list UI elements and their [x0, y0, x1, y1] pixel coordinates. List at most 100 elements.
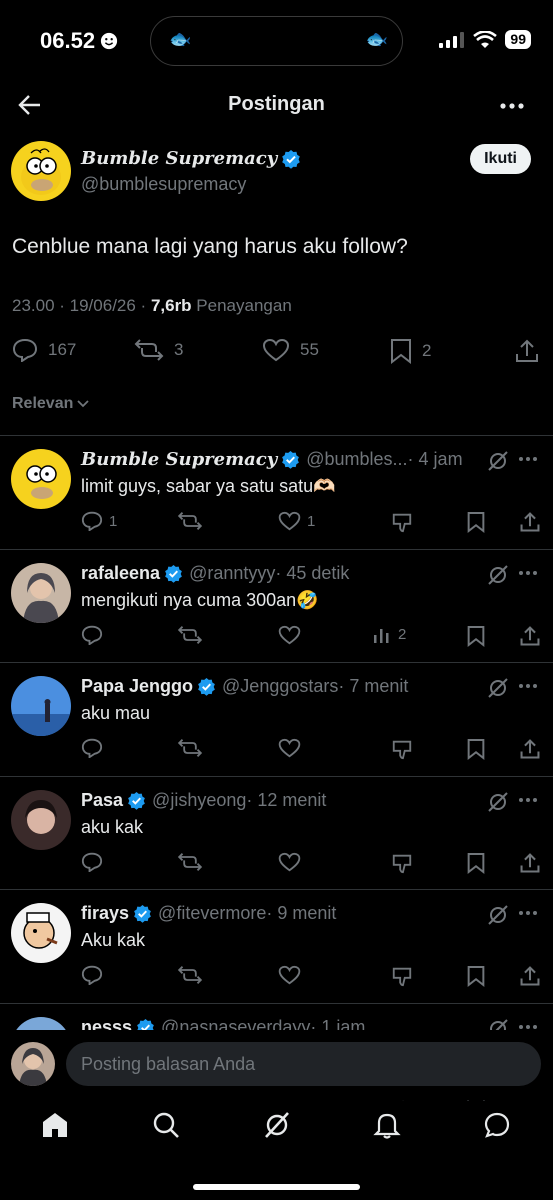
repost-button[interactable]: [177, 738, 203, 758]
downvote-icon: [392, 967, 412, 987]
reply-text: limit guys, sabar ya satu satu🫶🏻: [81, 476, 336, 496]
follow-button[interactable]: Ikuti: [470, 144, 531, 174]
reply-author-handle[interactable]: @fitevermore: [158, 903, 266, 924]
reply-button[interactable]: 1: [81, 511, 117, 531]
like-button[interactable]: [278, 965, 307, 985]
repost-button[interactable]: 3: [134, 338, 183, 362]
reply-button[interactable]: 167: [12, 338, 76, 362]
reply-author-name[interactable]: Bumble Supremacy: [81, 449, 277, 470]
like-button[interactable]: [278, 625, 307, 645]
nav-notifications[interactable]: [373, 1111, 401, 1139]
repost-button[interactable]: [177, 852, 203, 872]
downvote-button[interactable]: [391, 511, 413, 533]
bottom-nav: [0, 1100, 553, 1160]
repost-button[interactable]: [177, 965, 203, 985]
verified-badge-icon: [128, 791, 145, 810]
downvote-icon: [392, 513, 412, 533]
nav-search[interactable]: [152, 1111, 180, 1139]
repost-button[interactable]: [177, 625, 203, 645]
like-count: 55: [300, 340, 319, 359]
author-handle[interactable]: @bumblesupremacy: [81, 174, 246, 195]
bookmark-button[interactable]: [467, 625, 485, 647]
avatar[interactable]: [11, 903, 71, 963]
reply-item[interactable]: firays @fitevermore · 9 menit Aku kak: [0, 890, 553, 1003]
share-button[interactable]: [519, 625, 541, 647]
bookmark-button[interactable]: [467, 965, 485, 987]
sort-dropdown[interactable]: Relevan: [12, 395, 90, 413]
share-button[interactable]: [519, 511, 541, 533]
reply-author-name[interactable]: rafaleena: [81, 563, 160, 584]
bookmark-button[interactable]: [467, 511, 485, 533]
share-button[interactable]: [514, 338, 540, 364]
bookmark-button[interactable]: [467, 852, 485, 874]
reply-input[interactable]: Posting balasan Anda: [66, 1042, 541, 1086]
nav-home[interactable]: [41, 1111, 69, 1139]
reply-item[interactable]: Bumble Supremacy @bumbles... · 4 jam limit…: [0, 436, 553, 549]
reply-author-name[interactable]: Pasa: [81, 790, 123, 811]
reply-button[interactable]: [81, 625, 109, 645]
bookmark-button[interactable]: 2: [390, 338, 431, 364]
reply-more-button[interactable]: [518, 790, 538, 810]
repost-button[interactable]: [177, 511, 203, 531]
reply-author-name[interactable]: Papa Jenggo: [81, 676, 193, 697]
reply-author-handle[interactable]: @jishyeong: [152, 790, 246, 811]
share-button[interactable]: [519, 852, 541, 874]
bookmark-button[interactable]: [467, 738, 485, 760]
reply-text: aku kak: [81, 816, 144, 837]
avatar[interactable]: [11, 676, 71, 736]
heart-icon: [278, 965, 301, 985]
signal-icon: [439, 31, 465, 48]
reply-text: mengikuti nya cuma 300an🤣: [81, 589, 319, 610]
author-name[interactable]: Bumble Supremacy: [81, 148, 277, 169]
post-timestamp[interactable]: 23.00 · 19/06/26 ·: [12, 296, 151, 315]
nav-messages[interactable]: [483, 1111, 511, 1139]
reply-button[interactable]: [81, 852, 109, 872]
like-button[interactable]: 1: [278, 511, 315, 531]
reply-more-button[interactable]: [518, 563, 538, 583]
reply-item[interactable]: rafaleena @ranntyyy · 45 detik mengikuti n…: [0, 550, 553, 663]
wifi-icon: [473, 30, 498, 48]
more-options-button[interactable]: [500, 102, 524, 110]
post-text: Cenblue mana lagi yang harus aku follow?: [12, 235, 408, 258]
grok-button[interactable]: [487, 904, 509, 926]
user-avatar[interactable]: [11, 1042, 55, 1086]
reply-more-button[interactable]: [518, 903, 538, 923]
downvote-button[interactable]: [391, 738, 413, 760]
reply-item[interactable]: Pasa @jishyeong · 12 menit aku kak: [0, 777, 553, 890]
grok-button[interactable]: [487, 791, 509, 813]
share-button[interactable]: [519, 965, 541, 987]
avatar[interactable]: [11, 789, 71, 850]
grok-button[interactable]: [487, 677, 509, 699]
reply-button[interactable]: [81, 738, 109, 758]
grok-icon: [488, 905, 508, 925]
avatar[interactable]: [11, 562, 71, 623]
avatar[interactable]: [11, 141, 71, 201]
heart-icon: [278, 625, 301, 644]
downvote-button[interactable]: [391, 965, 413, 987]
reply-author-name[interactable]: firays: [81, 903, 129, 924]
avatar[interactable]: [11, 449, 71, 509]
reply-author-handle[interactable]: @ranntyyy: [189, 563, 275, 584]
share-icon: [520, 739, 540, 759]
downvote-button[interactable]: [391, 852, 413, 874]
share-button[interactable]: [519, 738, 541, 760]
reply-button[interactable]: [81, 965, 109, 985]
grok-button[interactable]: [487, 450, 509, 472]
reply-author-handle[interactable]: @bumbles...: [306, 449, 407, 470]
grok-button[interactable]: [487, 564, 509, 586]
like-button[interactable]: [278, 738, 307, 758]
reply-time: · 4 jam: [407, 449, 463, 469]
post-author[interactable]: Bumble Supremacy: [81, 148, 301, 169]
like-button[interactable]: [278, 852, 307, 872]
reply-more-button[interactable]: [518, 676, 538, 696]
reply-text: aku mau: [81, 703, 151, 723]
reply-item[interactable]: Papa Jenggo @Jenggostars · 7 menit aku mau: [0, 663, 553, 776]
reply-author-handle[interactable]: @Jenggostars: [222, 676, 338, 697]
views-button[interactable]: 2: [372, 625, 406, 645]
reply-more-button[interactable]: [518, 449, 538, 469]
views-icon: [374, 628, 389, 643]
like-button[interactable]: 55: [262, 338, 319, 362]
profile-photo-icon: [11, 562, 71, 623]
time-text: 06.52: [40, 28, 96, 53]
nav-grok[interactable]: [263, 1111, 291, 1139]
